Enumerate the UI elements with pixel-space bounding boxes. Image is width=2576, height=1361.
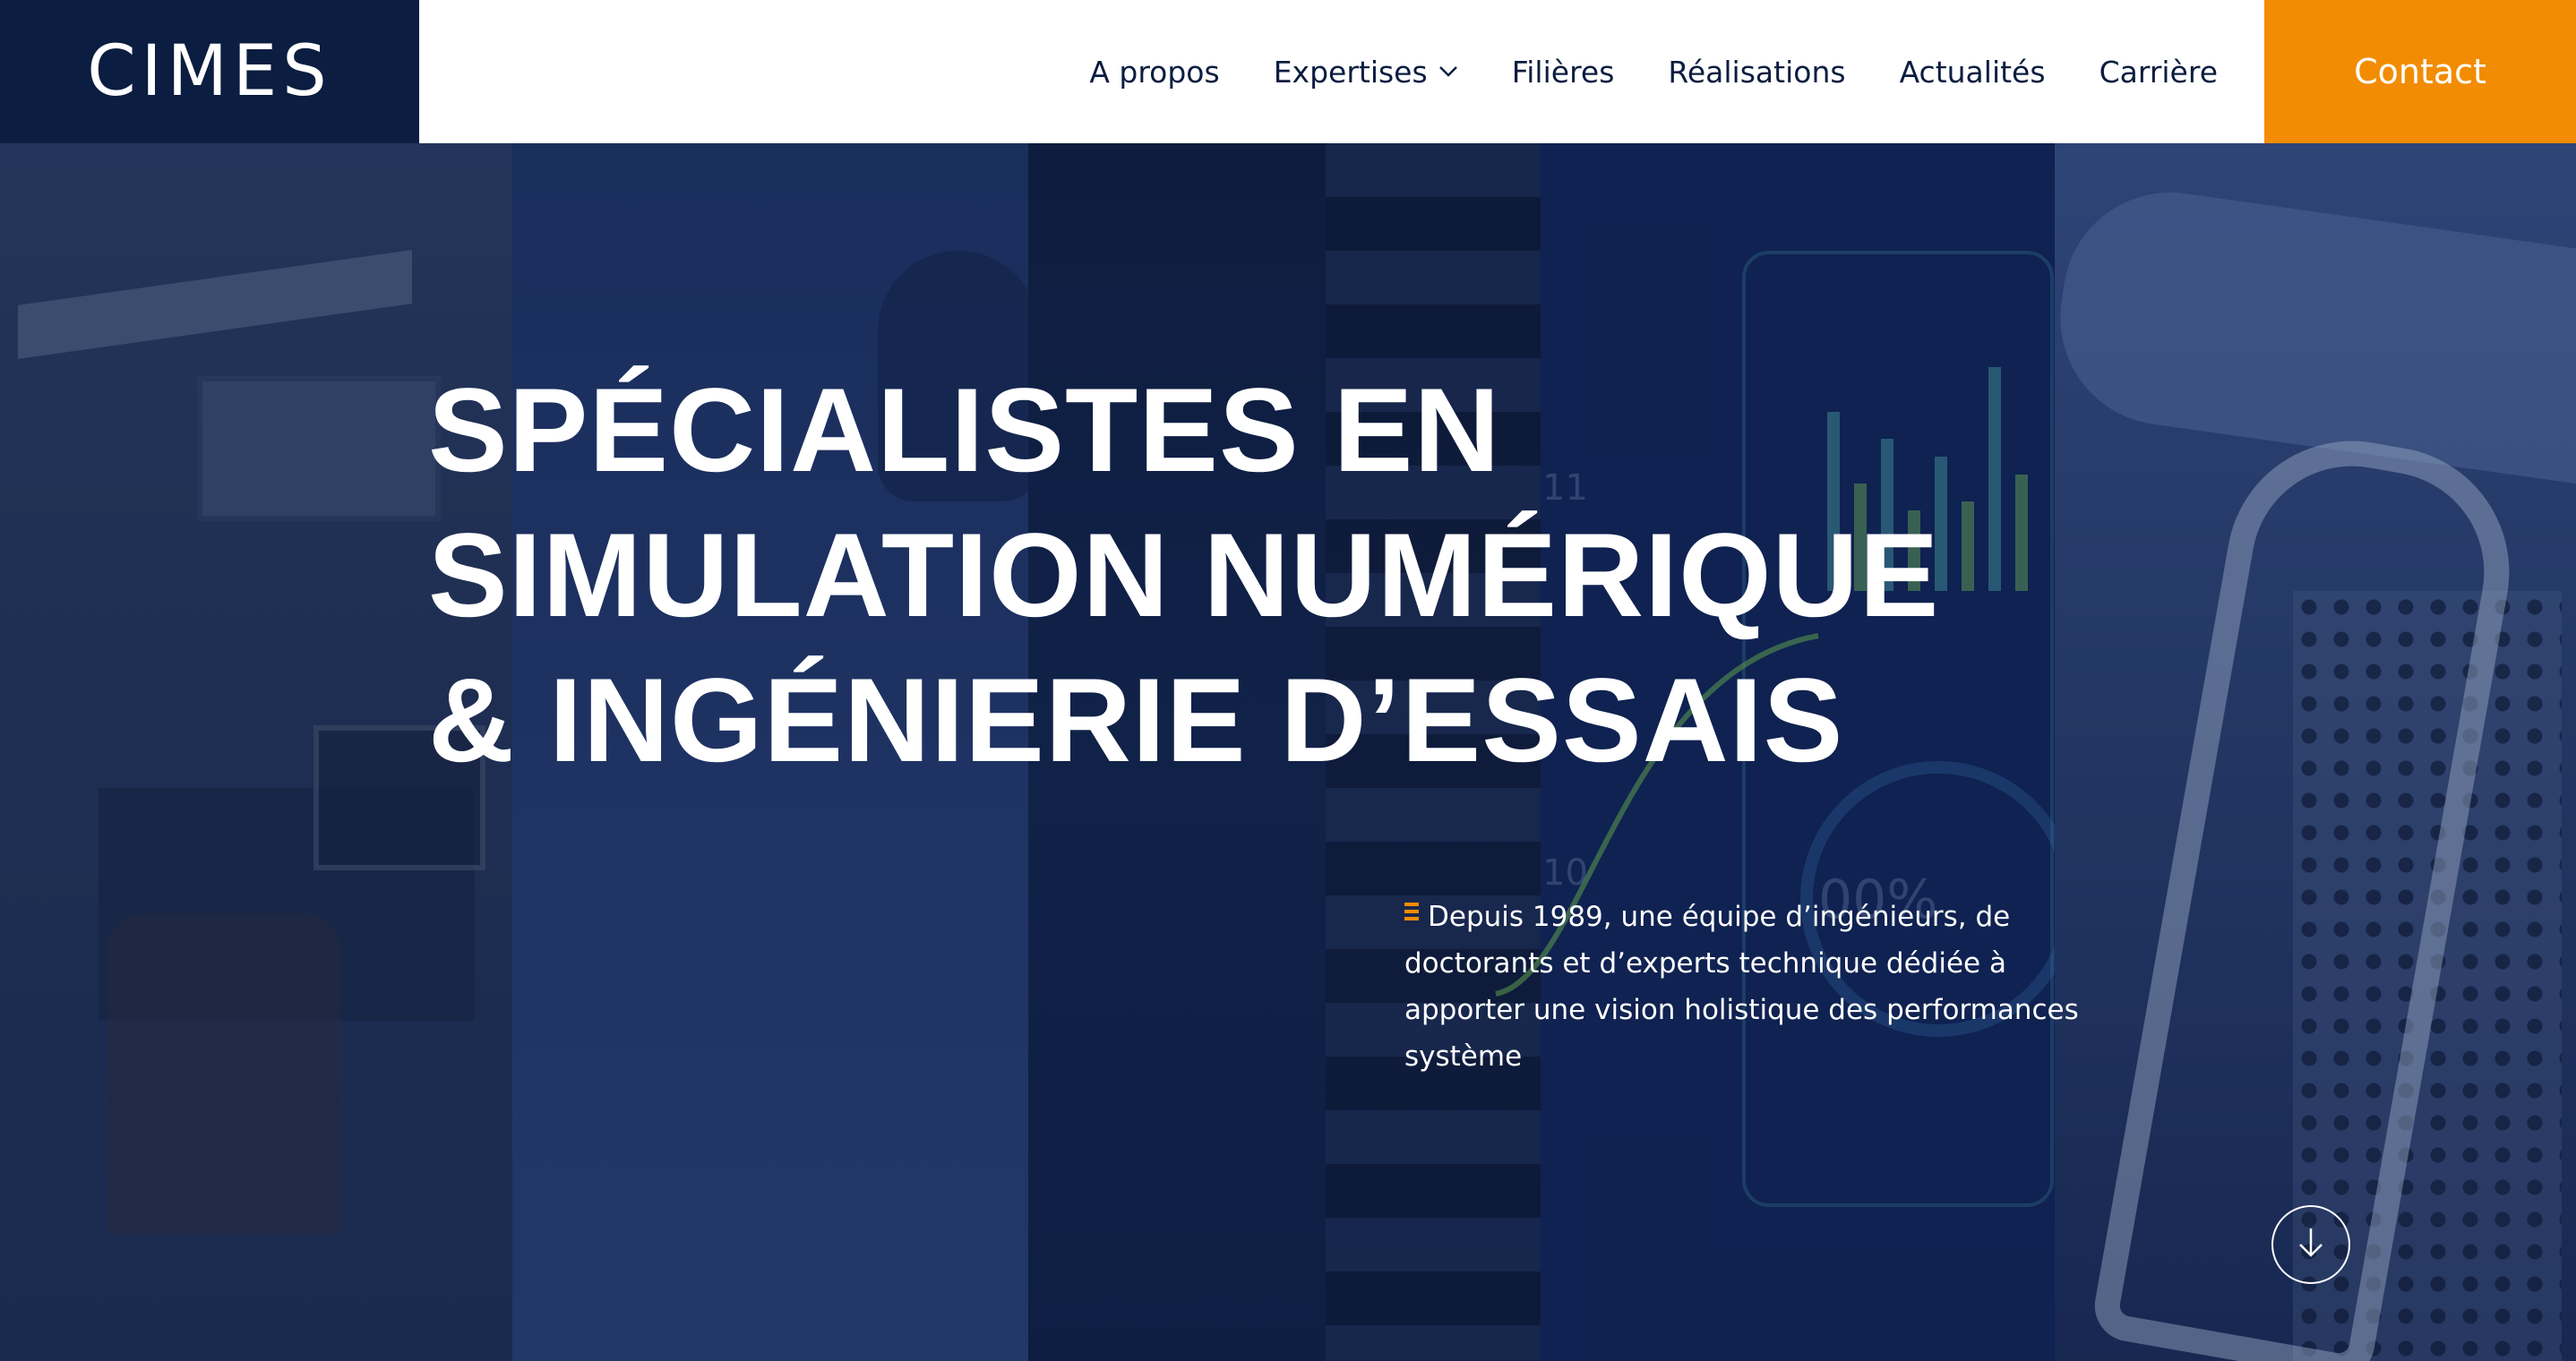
nav-item-a-propos[interactable]: A propos [1089,55,1219,90]
site-header: CIMES A propos Expertises Filières Réali… [0,0,2576,143]
nav-item-label: Réalisations [1668,54,1846,90]
nav-item-label: Filières [1511,54,1615,90]
hero-title-line: SIMULATION NUMÉRIQUE [428,509,1940,642]
nav-item-label: Actualités [1899,54,2046,90]
hero-description: Depuis 1989, une équipe d’ingénieurs, de… [1404,894,2112,1080]
hero-title-line: & INGÉNIERIE D’ESSAIS [428,655,1844,787]
hero-title: SPÉCIALISTES EN SIMULATION NUMÉRIQUE & I… [428,358,2130,793]
nav-item-realisations[interactable]: Réalisations [1668,55,1845,90]
nav-item-expertises[interactable]: Expertises [1274,55,1458,90]
logo[interactable]: CIMES [0,0,419,143]
arrow-down-icon [2291,1223,2331,1267]
nav-item-label: A propos [1089,54,1220,90]
nav-item-label: Expertises [1273,54,1428,90]
nav-item-label: Carrière [2099,54,2218,90]
scroll-down-button[interactable] [2271,1205,2350,1284]
hero-section: 11 10 00% SPÉCIALISTES EN SIMULATION NUM… [0,143,2576,1361]
nav-item-actualites[interactable]: Actualités [1900,55,2046,90]
nav-item-filieres[interactable]: Filières [1512,55,1615,90]
nav-item-carriere[interactable]: Carrière [2099,55,2218,90]
hero-title-line: SPÉCIALISTES EN [428,364,1501,497]
logo-text: CIMES [87,31,332,112]
menu-bullet-icon [1404,899,1419,924]
contact-button[interactable]: Contact [2264,0,2576,143]
chevron-down-icon [1438,65,1458,78]
hero-description-text: Depuis 1989, une équipe d’ingénieurs, de… [1404,901,2079,1073]
main-nav: A propos Expertises Filières Réalisation… [1089,0,2218,143]
